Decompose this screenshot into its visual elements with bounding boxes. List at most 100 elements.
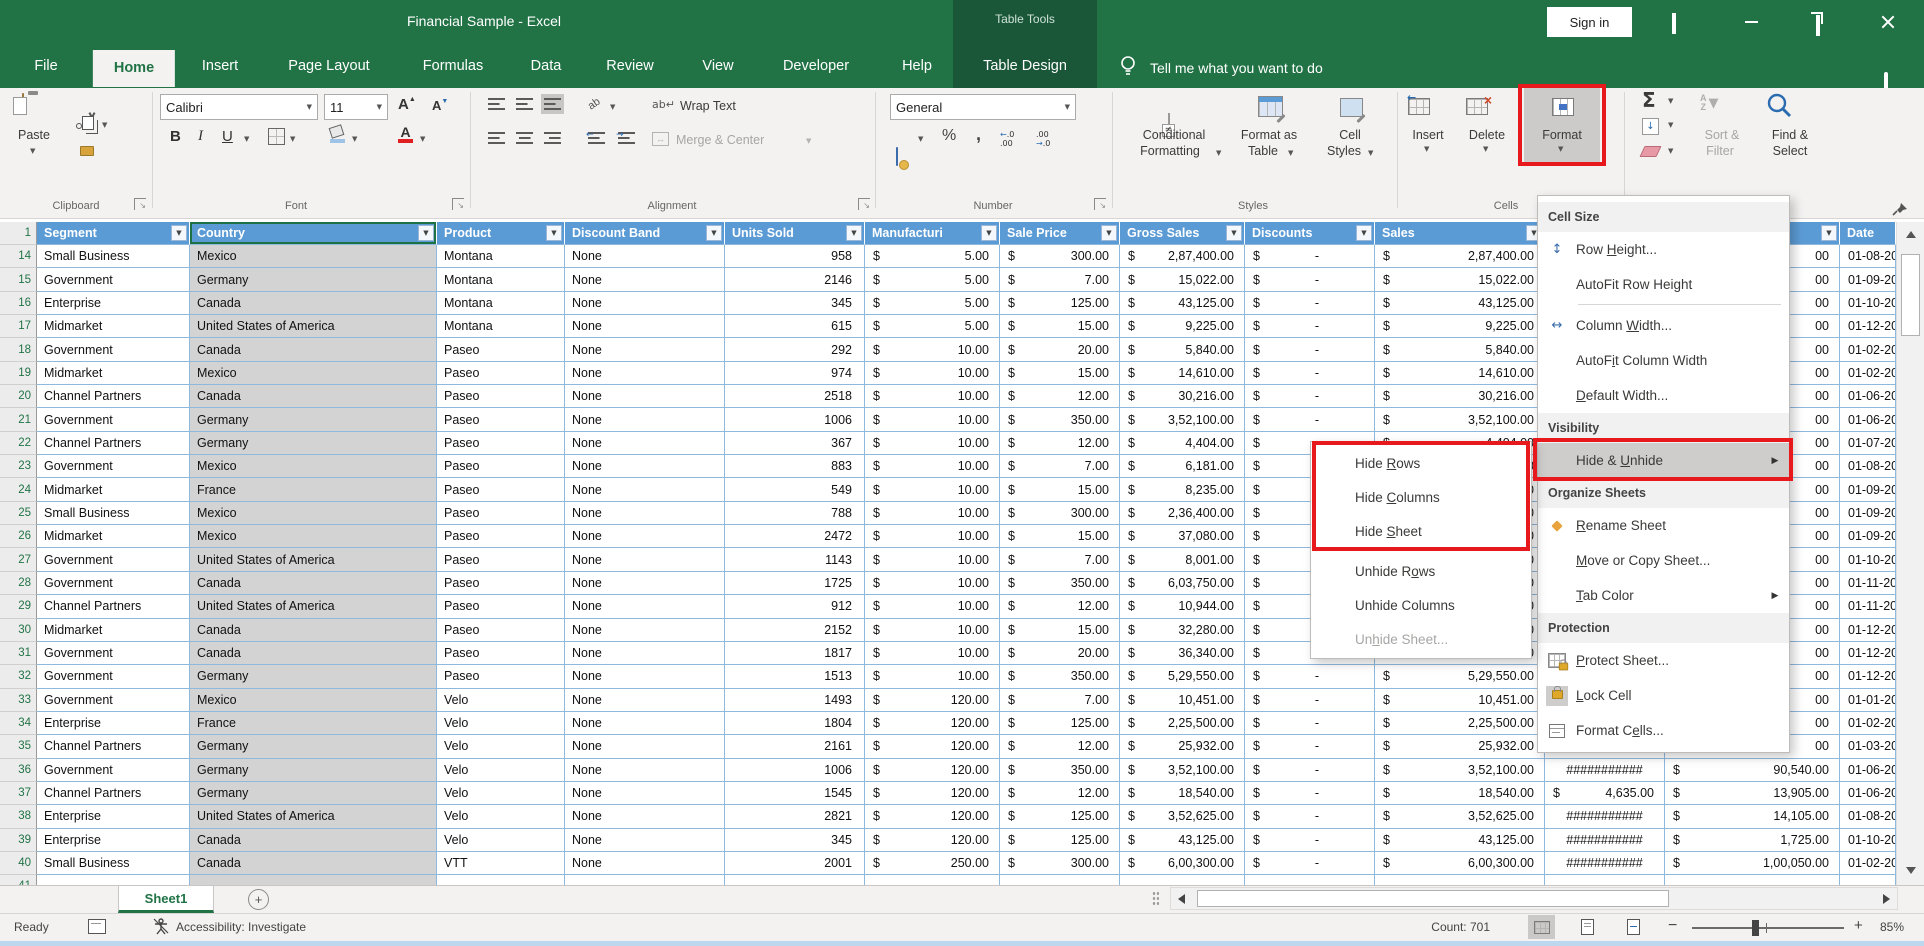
cell[interactable]: Velo xyxy=(437,759,565,782)
horizontal-scrollbar[interactable] xyxy=(1170,887,1898,910)
cell[interactable] xyxy=(1665,875,1840,885)
cell[interactable]: $125.00 xyxy=(1000,829,1120,852)
row-number[interactable]: 14 xyxy=(0,245,37,268)
cell[interactable]: Germany xyxy=(190,432,437,455)
cell[interactable]: Midmarket xyxy=(37,362,190,385)
cell[interactable]: $30,216.00 xyxy=(1120,385,1245,408)
cell[interactable]: 01-02-20 xyxy=(1840,338,1896,361)
cell[interactable]: 01-09-20 xyxy=(1840,478,1896,501)
tab-page-layout[interactable]: Page Layout xyxy=(288,58,369,74)
cell[interactable]: None xyxy=(565,408,725,431)
cell[interactable] xyxy=(190,875,437,885)
cell[interactable]: 2146 xyxy=(725,268,865,291)
cell[interactable]: 292 xyxy=(725,338,865,361)
cell[interactable]: Paseo xyxy=(437,385,565,408)
cell[interactable]: Government xyxy=(37,689,190,712)
cell[interactable]: None xyxy=(565,759,725,782)
restore-button[interactable] xyxy=(1816,15,1820,36)
cell[interactable]: $10.00 xyxy=(865,572,1000,595)
tab-formulas[interactable]: Formulas xyxy=(423,58,483,74)
cell[interactable]: 1804 xyxy=(725,712,865,735)
cell[interactable]: Canada xyxy=(190,829,437,852)
cell[interactable]: Small Business xyxy=(37,852,190,875)
align-right-icon[interactable] xyxy=(544,132,561,144)
cell[interactable]: Paseo xyxy=(437,619,565,642)
zoom-slider[interactable] xyxy=(1692,927,1844,929)
cell[interactable]: $4,635.00 xyxy=(1545,782,1665,805)
menu-item-tab-color[interactable]: Tab Color▶ xyxy=(1538,578,1789,613)
cell[interactable]: Paseo xyxy=(437,432,565,455)
cell[interactable]: 01-06-20 xyxy=(1840,759,1896,782)
cell[interactable]: 2518 xyxy=(725,385,865,408)
cell[interactable]: $20.00 xyxy=(1000,338,1120,361)
cell[interactable]: 01-10-20 xyxy=(1840,548,1896,571)
cell[interactable]: None xyxy=(565,385,725,408)
middle-align-icon[interactable] xyxy=(516,98,533,110)
cell[interactable]: Midmarket xyxy=(37,315,190,338)
cell[interactable]: $350.00 xyxy=(1000,572,1120,595)
underline-button[interactable]: U xyxy=(222,128,233,145)
cell[interactable]: Mexico xyxy=(190,502,437,525)
cell[interactable]: $43,125.00 xyxy=(1120,829,1245,852)
cell[interactable]: $120.00 xyxy=(865,829,1000,852)
cell[interactable] xyxy=(1840,875,1896,885)
sort-filter-button[interactable]: Sort & xyxy=(1705,128,1740,142)
cell[interactable]: $30,216.00 xyxy=(1375,385,1545,408)
clipboard-dialog-launcher[interactable]: ↘ xyxy=(134,198,146,210)
cell[interactable]: $12.00 xyxy=(1000,385,1120,408)
cell[interactable]: ########### xyxy=(1545,759,1665,782)
cell[interactable]: $- xyxy=(1245,782,1375,805)
conditional-formatting-dropdown-icon[interactable]: ▼ xyxy=(1216,150,1221,157)
cell[interactable]: None xyxy=(565,362,725,385)
row-number[interactable]: 28 xyxy=(0,572,37,595)
cell[interactable]: 01-12-20 xyxy=(1840,642,1896,665)
increase-decimal-icon[interactable]: ←.0.00 xyxy=(1000,130,1014,148)
font-dialog-launcher[interactable]: ↘ xyxy=(452,198,464,210)
macro-record-icon[interactable] xyxy=(88,919,106,934)
cell[interactable]: Midmarket xyxy=(37,478,190,501)
cell[interactable]: Canada xyxy=(190,619,437,642)
autosum-icon[interactable]: Σ xyxy=(1642,88,1656,112)
cell[interactable]: $3,52,625.00 xyxy=(1120,805,1245,828)
cell[interactable]: $36,340.00 xyxy=(1120,642,1245,665)
cell[interactable]: Germany xyxy=(190,759,437,782)
cell[interactable]: $125.00 xyxy=(1000,712,1120,735)
cell[interactable]: 01-09-20 xyxy=(1840,525,1896,548)
column-header[interactable]: Units Sold▼ xyxy=(725,222,865,245)
cell[interactable] xyxy=(437,875,565,885)
cell[interactable]: ########### xyxy=(1545,805,1665,828)
column-header[interactable]: Discount Band▼ xyxy=(565,222,725,245)
menu-item-autofit-column-width[interactable]: AutoFit Column Width xyxy=(1538,343,1789,378)
cell[interactable]: Montana xyxy=(437,292,565,315)
cell[interactable]: None xyxy=(565,245,725,268)
cell[interactable]: 01-08-20 xyxy=(1840,805,1896,828)
wrap-text-button[interactable]: Wrap Text xyxy=(680,99,736,113)
cell[interactable]: 01-06-20 xyxy=(1840,385,1896,408)
borders-icon[interactable] xyxy=(268,128,285,145)
accounting-format-icon[interactable] xyxy=(896,147,898,166)
cell[interactable]: $3,52,100.00 xyxy=(1375,408,1545,431)
menu-item-row-height[interactable]: ↕Row Height... xyxy=(1538,232,1789,267)
row-number[interactable]: 41 xyxy=(0,875,37,885)
cell[interactable]: Paseo xyxy=(437,595,565,618)
ribbon-display-options-icon[interactable] xyxy=(1672,13,1676,34)
copy-icon[interactable] xyxy=(82,116,94,130)
cell[interactable]: None xyxy=(565,292,725,315)
cell[interactable]: Velo xyxy=(437,805,565,828)
cell[interactable]: $10.00 xyxy=(865,362,1000,385)
cell[interactable]: Government xyxy=(37,455,190,478)
cell[interactable]: 01-08-20 xyxy=(1840,245,1896,268)
cell[interactable]: $- xyxy=(1245,408,1375,431)
cell[interactable]: Canada xyxy=(190,642,437,665)
font-color-dropdown-icon[interactable]: ▼ xyxy=(420,136,425,143)
cell[interactable]: $5,840.00 xyxy=(1375,338,1545,361)
cell[interactable]: Paseo xyxy=(437,362,565,385)
cell[interactable]: ########### xyxy=(1545,852,1665,875)
row-number[interactable]: 18 xyxy=(0,338,37,361)
cell[interactable]: $125.00 xyxy=(1000,805,1120,828)
column-header[interactable]: Date xyxy=(1840,222,1896,245)
cell[interactable]: 01-10-20 xyxy=(1840,829,1896,852)
cell[interactable]: $18,540.00 xyxy=(1120,782,1245,805)
cell[interactable]: Government xyxy=(37,338,190,361)
format-as-table-button[interactable]: Format as xyxy=(1241,128,1297,142)
